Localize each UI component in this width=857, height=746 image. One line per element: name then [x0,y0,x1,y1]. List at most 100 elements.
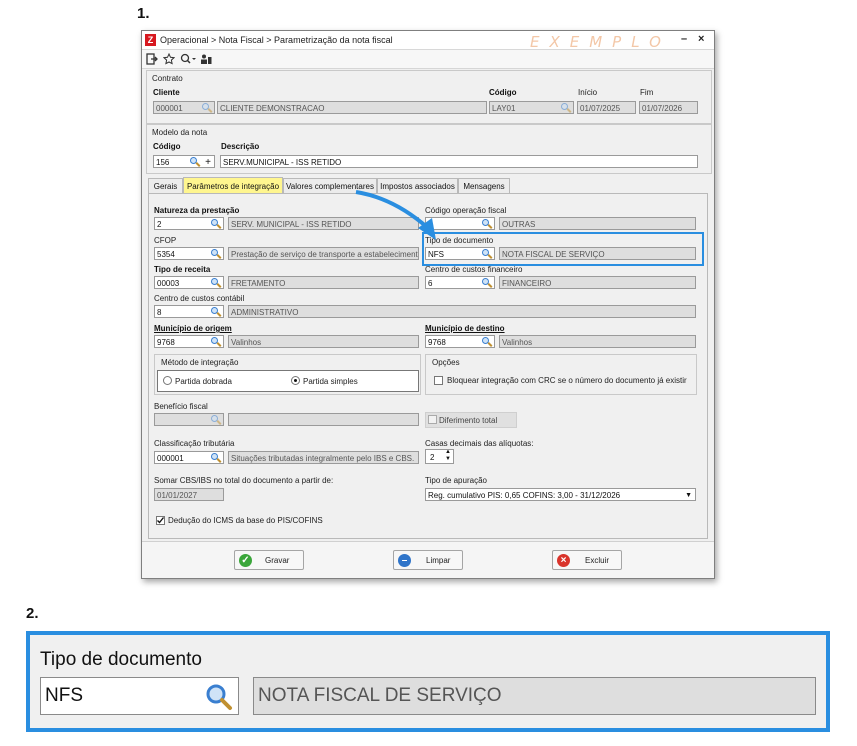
modelo-codigo-field[interactable]: 156 + [153,155,215,168]
mun-origem-code-value: 9768 [157,338,175,347]
cfop-code-field[interactable]: 5354 [154,247,224,260]
cfop-label: CFOP [154,236,177,245]
zoom-tipo-doc-desc-field: NOTA FISCAL DE SERVIÇO [253,677,816,715]
deducao-label: Dedução do ICMS da base do PIS/COFINS [168,516,323,525]
contrato-group-label: Contrato [152,74,183,83]
zoom-tipo-doc-code-value: NFS [45,685,83,706]
tipo-apuracao-select[interactable]: Reg. cumulativo PIS: 0,65 COFINS: 3,00 -… [425,488,696,501]
class-trib-code-field[interactable]: 000001 [154,451,224,464]
excluir-button[interactable]: × Excluir [552,550,622,570]
bloquear-checkbox[interactable] [434,376,443,385]
search-icon[interactable] [180,53,196,65]
somar-date-field[interactable]: 01/01/2027 [154,488,224,501]
inicio-field: 01/07/2025 [577,101,636,114]
exit-icon[interactable] [146,53,158,65]
lookup-icon[interactable] [190,157,201,167]
lookup-icon[interactable] [211,415,222,425]
mun-origem-code-field[interactable]: 9768 [154,335,224,348]
pointer-arrow-icon [355,190,436,240]
tab-gerais[interactable]: Gerais [148,178,183,193]
lookup-icon[interactable] [211,307,222,317]
watermark: EXEMPLO [530,33,671,51]
lookup-icon[interactable] [482,219,493,229]
cod-op-desc-field: OUTRAS [499,217,696,230]
minus-icon: – [398,554,411,567]
cliente-label: Cliente [153,88,180,97]
lookup-icon[interactable] [561,103,572,113]
modelo-codigo-label: Código [153,142,181,151]
zoom-tipo-doc-label: Tipo de documento [40,649,202,670]
tipo-receita-code-field[interactable]: 00003 [154,276,224,289]
opcoes-group: Opções Bloquear integração com CRC se o … [425,354,697,395]
cliente-code-value: 000001 [156,104,183,113]
diferimento-box: Diferimento total [425,412,517,428]
natureza-code-value: 2 [157,220,162,229]
tipo-doc-code-field[interactable]: NFS [425,247,495,260]
gravar-button[interactable]: ✓ Gravar [234,550,304,570]
app-window: Z Operacional > Nota Fiscal > Parametriz… [141,30,715,579]
modelo-codigo-value: 156 [156,158,170,167]
mun-origem-label: Município de origem [154,324,232,333]
diferimento-checkbox[interactable] [428,415,437,424]
delete-icon: × [557,554,570,567]
tipo-receita-label: Tipo de receita [154,265,211,274]
radio-partida-dobrada[interactable] [163,376,172,385]
title-bar: Z Operacional > Nota Fiscal > Parametriz… [142,31,714,51]
tab-panel: Natureza da prestação 2 SERV. MUNICIPAL … [148,190,708,539]
codigo-field[interactable]: LAY01 [489,101,574,114]
cliente-code-field[interactable]: 000001 [153,101,215,114]
class-trib-desc-field: Situações tributadas integralmente pelo … [228,451,419,464]
class-trib-code-value: 000001 [157,454,184,463]
cc-fin-code-field[interactable]: 6 [425,276,495,289]
check-icon: ✓ [239,554,252,567]
tipo-apuracao-label: Tipo de apuração [425,476,487,485]
lookup-icon[interactable] [482,249,493,259]
descricao-label: Descrição [221,142,260,151]
users-icon[interactable] [200,53,212,65]
codigo-label: Código [489,88,517,97]
minimize-button[interactable]: – [681,33,687,45]
lookup-icon[interactable] [202,103,213,113]
stepper-arrows-icon[interactable]: ▲ ▼ [445,450,451,463]
limpar-button[interactable]: – Limpar [393,550,463,570]
codigo-value: LAY01 [492,104,516,113]
close-button[interactable]: × [698,33,704,45]
lookup-icon[interactable] [211,337,222,347]
casas-stepper[interactable]: 2 ▲ ▼ [425,449,454,464]
add-icon[interactable]: + [205,156,211,167]
zoom-tipo-doc-desc-value: NOTA FISCAL DE SERVIÇO [258,685,502,706]
cliente-name-field: CLIENTE DEMONSTRACAO [217,101,487,114]
deducao-checkbox[interactable] [156,516,165,525]
lookup-icon[interactable] [482,337,493,347]
cc-cont-code-field[interactable]: 8 [154,305,224,318]
excluir-label: Excluir [585,556,610,565]
mun-destino-label: Município de destino [425,324,505,333]
casas-label: Casas decimais das alíquotas: [425,439,534,448]
radio-partida-dobrada-label: Partida dobrada [175,377,232,386]
beneficio-code-field[interactable] [154,413,224,426]
beneficio-desc-field [228,413,419,426]
tab-mensagens[interactable]: Mensagens [458,178,510,193]
beneficio-label: Benefício fiscal [154,402,208,411]
descricao-field[interactable]: SERV.MUNICIPAL - ISS RETIDO [220,155,698,168]
tipo-apuracao-value: Reg. cumulativo PIS: 0,65 COFINS: 3,00 -… [428,491,621,500]
radio-partida-simples[interactable] [291,376,300,385]
modelo-group: Modelo da nota Código 156 + Descrição SE… [146,124,712,174]
contrato-group: Contrato Cliente 000001 CLIENTE DEMONSTR… [146,70,712,124]
mun-destino-code-field[interactable]: 9768 [425,335,495,348]
bloquear-label: Bloquear integração com CRC se o número … [447,376,687,385]
lookup-icon[interactable] [211,219,222,229]
casas-value: 2 [430,453,435,462]
step-number-2: 2. [26,605,39,622]
limpar-label: Limpar [426,556,451,565]
lookup-icon[interactable] [211,278,222,288]
tab-parametros-integracao[interactable]: Parâmetros de integração [183,177,283,194]
zoom-tipo-doc-code-field[interactable]: NFS [40,677,239,715]
zoom-lookup-icon[interactable] [205,683,233,711]
chevron-down-icon[interactable]: ▼ [685,489,692,500]
natureza-code-field[interactable]: 2 [154,217,224,230]
lookup-icon[interactable] [482,278,493,288]
favorite-icon[interactable] [162,52,176,65]
lookup-icon[interactable] [211,453,222,463]
lookup-icon[interactable] [211,249,222,259]
